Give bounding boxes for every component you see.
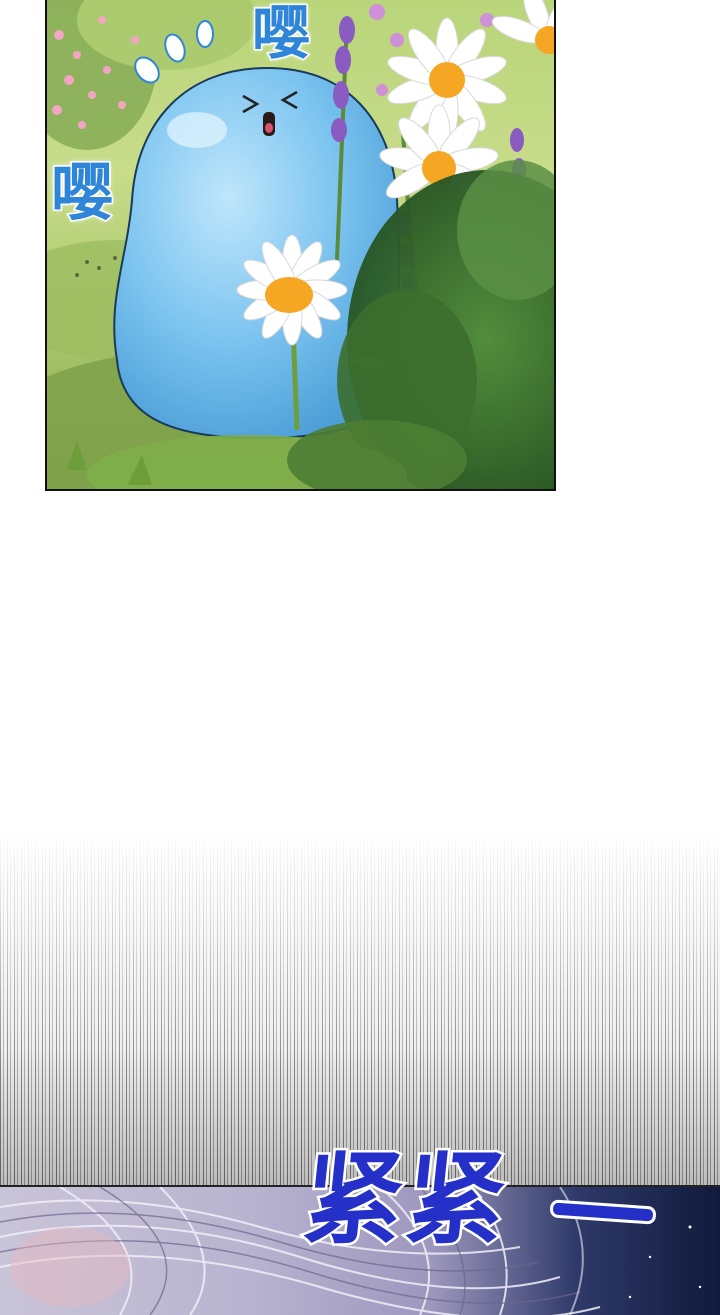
night-sky-sparkles [608,1215,702,1299]
sfx-tightly: 紧紧 [295,1139,516,1261]
garden-panel: 嘤 嘤 [45,0,556,491]
garden-illustration [47,0,554,489]
sfx-whimper-top: 嘤 [250,0,311,69]
sfx-whimper-left: 嘤 [49,155,114,231]
cheek-blush [10,1227,130,1307]
